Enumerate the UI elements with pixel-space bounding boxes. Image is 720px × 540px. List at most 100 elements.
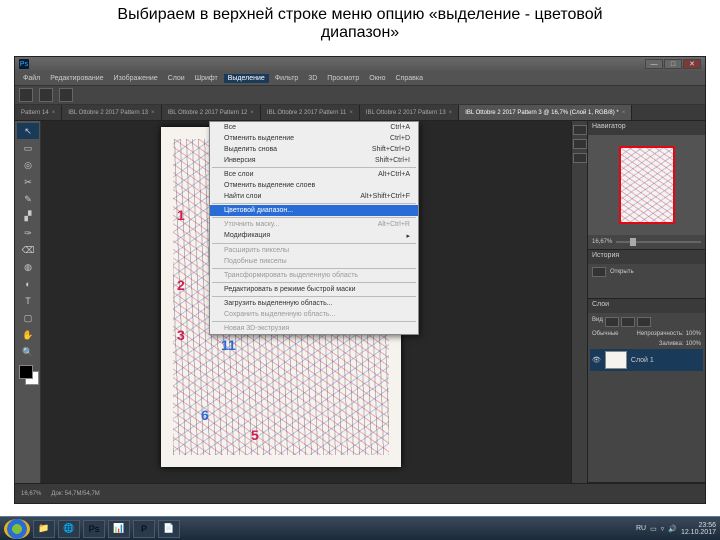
tool-icon[interactable]: T	[17, 293, 39, 309]
right-panel-dock: Навигатор 16,67% История Открыть Слои	[587, 121, 705, 483]
windows-taskbar: 📁🌐Ps📊P📄 RU ▭ ▿ 🔊 23:56 12.10.2017	[0, 516, 720, 540]
menu-item[interactable]: Редактировать в режиме быстрой маски	[210, 284, 418, 295]
history-thumb-icon	[592, 267, 606, 277]
taskbar-app-icon[interactable]: 📁	[33, 520, 55, 538]
taskbar-app-icon[interactable]: P	[133, 520, 155, 538]
close-tab-icon[interactable]: ×	[349, 110, 353, 116]
filter-icon[interactable]	[621, 317, 635, 327]
tool-icon[interactable]: ◎	[17, 157, 39, 173]
menu-item[interactable]: Отменить выделение слоев	[210, 180, 418, 191]
tool-icon[interactable]: ▭	[17, 140, 39, 156]
history-item[interactable]: Открыть	[592, 266, 701, 278]
layer-name[interactable]: Слой 1	[631, 357, 654, 364]
menu-файл[interactable]: Файл	[19, 74, 44, 83]
menu-item[interactable]: Модификация▸	[210, 230, 418, 242]
fill-value[interactable]: 100%	[686, 341, 701, 347]
close-tab-icon[interactable]: ×	[250, 110, 254, 116]
tool-icon[interactable]: 🔍	[17, 344, 39, 360]
caption-line2: диапазон»	[40, 24, 680, 42]
kind-label: Вид	[592, 317, 603, 327]
close-button[interactable]: ✕	[683, 59, 701, 69]
tray-flag-icon[interactable]: ▭	[650, 525, 657, 533]
minimize-button[interactable]: —	[645, 59, 663, 69]
tool-icon[interactable]: ▢	[17, 310, 39, 326]
menu-item[interactable]: Загрузить выделенную область...	[210, 298, 418, 309]
tray-lang[interactable]: RU	[636, 525, 646, 532]
opt-icon[interactable]	[59, 88, 73, 102]
menu-просмотр[interactable]: Просмотр	[323, 74, 363, 83]
fill-label: Заливка:	[659, 341, 684, 347]
visibility-icon[interactable]: 👁	[592, 356, 601, 364]
history-label: Открыть	[610, 269, 634, 275]
menu-item[interactable]: Выделить сноваShift+Ctrl+D	[210, 144, 418, 155]
close-tab-icon[interactable]: ×	[151, 110, 155, 116]
tray-network-icon[interactable]: ▿	[661, 525, 665, 533]
menu-item[interactable]: Цветовой диапазон...	[210, 205, 418, 216]
menu-item: Расширить пикселы	[210, 245, 418, 256]
document-tab[interactable]: IBL Ottobre 2 2017 Pattern 13×	[360, 105, 459, 120]
menu-справка[interactable]: Справка	[392, 74, 427, 83]
menu-3d[interactable]: 3D	[304, 74, 321, 83]
tool-preset-icon[interactable]	[19, 88, 33, 102]
start-button[interactable]	[4, 519, 30, 539]
taskbar-app-icon[interactable]: 🌐	[58, 520, 80, 538]
panel-icon[interactable]	[573, 153, 587, 163]
document-tab[interactable]: IBL Ottobre 2 2017 Pattern 12×	[162, 105, 261, 120]
status-zoom[interactable]: 16,67%	[21, 491, 41, 497]
tool-icon[interactable]: ✋	[17, 327, 39, 343]
pattern-number: 11	[221, 337, 236, 353]
layers-tab[interactable]: Слои	[588, 299, 705, 313]
tool-icon[interactable]: ✎	[17, 191, 39, 207]
menu-item[interactable]: ВсеCtrl+A	[210, 122, 418, 133]
pattern-number: 2	[177, 277, 185, 293]
menu-редактирование[interactable]: Редактирование	[46, 74, 107, 83]
menu-item[interactable]: Отменить выделениеCtrl+D	[210, 133, 418, 144]
canvas-area[interactable]: B 1 2 3 11 6 5 ВсеCtrl+AОтменить выделен…	[41, 121, 571, 483]
panel-icon[interactable]	[573, 139, 587, 149]
taskbar-app-icon[interactable]: 📊	[108, 520, 130, 538]
document-tab[interactable]: Pattern 14×	[15, 105, 62, 120]
opt-icon[interactable]	[39, 88, 53, 102]
filter-icon[interactable]	[637, 317, 651, 327]
status-bar: 16,67% Док: 54,7М/54,7М	[15, 483, 705, 503]
blend-mode[interactable]: Обычные	[592, 331, 619, 337]
taskbar-app-icon[interactable]: 📄	[158, 520, 180, 538]
tool-icon[interactable]: ✂	[17, 174, 39, 190]
zoom-slider[interactable]	[616, 241, 701, 243]
tool-icon[interactable]: ⌫	[17, 242, 39, 258]
menu-окно[interactable]: Окно	[365, 74, 389, 83]
tray-date[interactable]: 12.10.2017	[681, 529, 716, 536]
tool-icon[interactable]: ◐	[17, 276, 39, 292]
tray-time[interactable]: 23:56	[698, 522, 716, 529]
document-tab[interactable]: IBL Ottobre 2 2017 Pattern 3 @ 16,7% (Сл…	[459, 105, 632, 120]
navigator-tab[interactable]: Навигатор	[588, 121, 705, 135]
menu-изображение[interactable]: Изображение	[110, 74, 162, 83]
filter-icon[interactable]	[605, 317, 619, 327]
fg-color-swatch[interactable]	[19, 365, 33, 379]
menu-item[interactable]: Найти слоиAlt+Shift+Ctrl+F	[210, 191, 418, 202]
tool-icon[interactable]: ✑	[17, 225, 39, 241]
tool-icon[interactable]: ▞	[17, 208, 39, 224]
opacity-value[interactable]: 100%	[686, 331, 701, 337]
document-tab[interactable]: IBL Ottobre 2 2017 Pattern 11×	[261, 105, 360, 120]
close-tab-icon[interactable]: ×	[449, 110, 453, 116]
menu-слои[interactable]: Слои	[164, 74, 189, 83]
history-tab[interactable]: История	[588, 250, 705, 264]
menu-item[interactable]: ИнверсияShift+Ctrl+I	[210, 155, 418, 166]
tool-icon[interactable]: ◍	[17, 259, 39, 275]
navigator-thumbnail[interactable]	[588, 135, 705, 235]
menu-выделение[interactable]: Выделение	[224, 74, 269, 83]
close-tab-icon[interactable]: ×	[622, 110, 626, 116]
tool-icon[interactable]: ↖	[17, 123, 39, 139]
panel-icon[interactable]	[573, 125, 587, 135]
menu-item[interactable]: Все слоиAlt+Ctrl+A	[210, 169, 418, 180]
tray-sound-icon[interactable]: 🔊	[668, 525, 677, 533]
layer-row[interactable]: 👁 Слой 1	[590, 349, 703, 371]
close-tab-icon[interactable]: ×	[52, 110, 56, 116]
menu-фильтр[interactable]: Фильтр	[271, 74, 303, 83]
menu-шрифт[interactable]: Шрифт	[191, 74, 222, 83]
taskbar-app-icon[interactable]: Ps	[83, 520, 105, 538]
document-tab[interactable]: IBL Ottobre 2 2017 Pattern 13×	[62, 105, 161, 120]
pattern-number: 6	[201, 407, 209, 423]
maximize-button[interactable]: □	[664, 59, 682, 69]
